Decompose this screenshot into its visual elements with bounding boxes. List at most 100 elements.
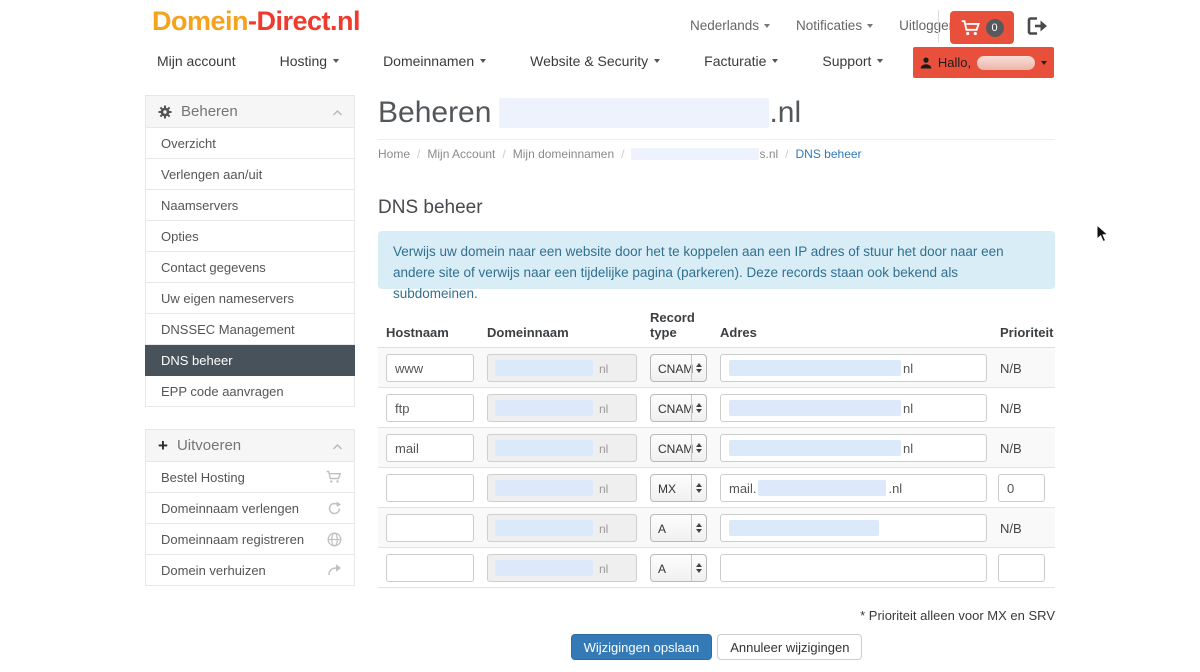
col-header-adres: Adres [720, 325, 757, 341]
nav-hosting[interactable]: Hosting [280, 53, 339, 69]
sidebar-item-domeinnaam-verlengen[interactable]: Domeinnaam verlengen [145, 493, 355, 524]
notifications-dropdown[interactable]: Notificaties [796, 18, 873, 33]
domain-suffix: nl [599, 442, 608, 456]
nav-website-security[interactable]: Website & Security [530, 53, 660, 69]
prioriteit-input[interactable] [998, 554, 1045, 582]
adres-input[interactable]: nl [720, 354, 987, 382]
record-type-select[interactable]: A [650, 514, 707, 542]
nav-mijn-account[interactable]: Mijn account [157, 53, 236, 69]
nav-facturatie[interactable]: Facturatie [704, 53, 778, 69]
logout-label: Uitloggen [899, 18, 956, 33]
redacted-text [729, 520, 879, 536]
sidebar-item-bestel-hosting[interactable]: Bestel Hosting [145, 462, 355, 493]
col-header-record-type: Record type [650, 310, 698, 341]
redacted-text [495, 520, 593, 536]
record-type-value: CNAM [658, 442, 693, 456]
prioriteit-input[interactable] [998, 474, 1045, 502]
breadcrumb-home[interactable]: Home [378, 147, 410, 161]
hostnaam-input[interactable] [386, 554, 474, 582]
adres-input[interactable]: nl [720, 394, 987, 422]
domain-suffix: nl [599, 522, 608, 536]
nav-label: Domeinnamen [383, 53, 474, 69]
record-type-select[interactable]: CNAM [650, 434, 707, 462]
hostnaam-input[interactable] [386, 514, 474, 542]
hostnaam-input[interactable] [386, 434, 474, 462]
sidebar-item-dnssec[interactable]: DNSSEC Management [145, 314, 355, 345]
nav-domeinnamen[interactable]: Domeinnamen [383, 53, 486, 69]
breadcrumb-domain[interactable]: s.nl [631, 147, 778, 161]
language-dropdown[interactable]: Nederlands [690, 18, 770, 33]
chevron-down-icon [654, 59, 660, 63]
adres-input[interactable]: nl [720, 434, 987, 462]
main-nav: Mijn account Hosting Domeinnamen Website… [157, 53, 883, 69]
table-row: nl MX mail. .nl [378, 468, 1055, 508]
redacted-text [729, 400, 901, 416]
mouse-cursor [1096, 224, 1109, 243]
logo-part-2: -Direct.nl [248, 6, 360, 36]
adres-input[interactable] [720, 514, 987, 542]
sign-out-icon[interactable] [1026, 16, 1049, 41]
sidebar-item-epp-code[interactable]: EPP code aanvragen [145, 376, 355, 407]
redacted-username [977, 56, 1035, 70]
item-label: DNSSEC Management [161, 322, 295, 337]
select-stepper-icon [691, 475, 706, 501]
cart-icon [961, 20, 981, 36]
domain-suffix: nl [599, 362, 608, 376]
hostnaam-input[interactable] [386, 354, 474, 382]
chevron-up-icon [333, 444, 342, 450]
select-stepper-icon [691, 435, 706, 461]
breadcrumb-mijn-account[interactable]: Mijn Account [427, 147, 495, 161]
sidebar-section-uitvoeren-header[interactable]: + Uitvoeren [145, 429, 355, 462]
prioriteit-value: N/B [1000, 521, 1022, 536]
record-type-select[interactable]: MX [650, 474, 707, 502]
record-type-select[interactable]: A [650, 554, 707, 582]
item-label: Domeinnaam registreren [161, 532, 304, 547]
adres-suffix: nl [903, 401, 913, 416]
redacted-text [758, 480, 886, 496]
table-header-row: Hostnaam Domeinnaam Record type Adres Pr… [378, 303, 1055, 348]
adres-input[interactable] [720, 554, 987, 582]
nav-support[interactable]: Support [822, 53, 883, 69]
sidebar-item-contact-gegevens[interactable]: Contact gegevens [145, 252, 355, 283]
priority-note-row: * Prioriteit alleen voor MX en SRV [378, 608, 1055, 624]
logout-link[interactable]: Uitloggen [899, 18, 956, 33]
record-type-value: MX [658, 482, 676, 496]
cancel-button[interactable]: Annuleer wijzigingen [717, 634, 862, 660]
sidebar-item-dns-beheer[interactable]: DNS beheer [145, 345, 355, 376]
prioriteit-value: N/B [1000, 441, 1022, 456]
user-menu-button[interactable]: Hallo, [913, 47, 1054, 78]
hostnaam-input[interactable] [386, 474, 474, 502]
nav-label: Hosting [280, 53, 327, 69]
sidebar-uitvoeren: + Uitvoeren Bestel Hosting Domeinnaam ve… [145, 429, 355, 586]
domain-suffix: nl [599, 402, 608, 416]
page: Domein-Direct.nl Nederlands Notificaties… [0, 0, 1200, 672]
record-type-select[interactable]: CNAM [650, 354, 707, 382]
domeinnaam-input-disabled: nl [487, 434, 637, 462]
page-title-prefix: Beheren [378, 96, 491, 130]
sidebar-item-domein-verhuizen[interactable]: Domein verhuizen [145, 555, 355, 586]
chevron-down-icon [867, 24, 873, 28]
sidebar-section-beheren-header[interactable]: Beheren [145, 95, 355, 128]
info-alert-text: Verwijs uw domein naar een website door … [393, 244, 1004, 301]
sidebar-item-opties[interactable]: Opties [145, 221, 355, 252]
adres-input[interactable]: mail. .nl [720, 474, 987, 502]
breadcrumb: Home / Mijn Account / Mijn domeinnamen /… [378, 147, 1055, 161]
section-heading: DNS beheer [378, 197, 1055, 219]
hostnaam-input[interactable] [386, 394, 474, 422]
sidebar-item-naamservers[interactable]: Naamservers [145, 190, 355, 221]
breadcrumb-mijn-domeinnamen[interactable]: Mijn domeinnamen [513, 147, 614, 161]
select-stepper-icon [691, 515, 706, 541]
sidebar-item-verlengen[interactable]: Verlengen aan/uit [145, 159, 355, 190]
sidebar-item-domeinnaam-registreren[interactable]: Domeinnaam registreren [145, 524, 355, 555]
record-type-value: A [658, 522, 666, 536]
sidebar-item-overzicht[interactable]: Overzicht [145, 128, 355, 159]
breadcrumb-separator: / [417, 147, 420, 161]
table-row: nl CNAM nl N/B [378, 388, 1055, 428]
domain-suffix: nl [599, 482, 608, 496]
cart-button[interactable]: 0 [950, 11, 1014, 44]
item-label: DNS beheer [161, 353, 233, 368]
save-button[interactable]: Wijzigingen opslaan [571, 634, 713, 660]
record-type-select[interactable]: CNAM [650, 394, 707, 422]
sidebar-item-eigen-nameservers[interactable]: Uw eigen nameservers [145, 283, 355, 314]
site-logo[interactable]: Domein-Direct.nl [152, 6, 360, 37]
